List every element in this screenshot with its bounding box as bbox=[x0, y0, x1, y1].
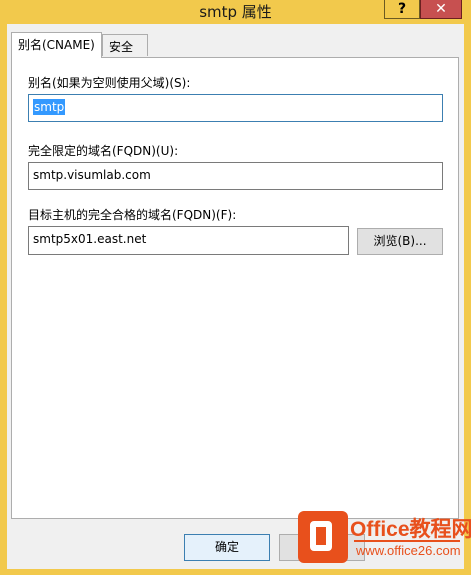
target-host-input-value: smtp5x01.east.net bbox=[33, 232, 147, 246]
close-button[interactable]: ✕ bbox=[420, 0, 462, 19]
properties-dialog: smtp 属性 ? ✕ 别名(CNAME) 安全 别名(如果为空则使用父域)(S… bbox=[0, 0, 471, 575]
ok-button[interactable]: 确定 bbox=[184, 534, 270, 561]
fqdn-input-value: smtp.visumlab.com bbox=[33, 168, 151, 182]
watermark-title: Office教程网 bbox=[350, 518, 471, 541]
help-button[interactable]: ? bbox=[384, 0, 420, 19]
watermark-url: www.office26.com bbox=[356, 543, 461, 558]
tab-panel-cname: 别名(如果为空则使用父域)(S): smtp 完全限定的域名(FQDN)(U):… bbox=[11, 57, 459, 519]
dialog-body: 别名(CNAME) 安全 别名(如果为空则使用父域)(S): smtp 完全限定… bbox=[7, 24, 464, 569]
tab-cname[interactable]: 别名(CNAME) bbox=[11, 32, 102, 58]
alias-input-value: smtp bbox=[33, 99, 66, 115]
alias-label: 别名(如果为空则使用父域)(S): bbox=[28, 76, 191, 90]
title-bar[interactable]: smtp 属性 ? ✕ bbox=[0, 0, 471, 24]
browse-button[interactable]: 浏览(B)... bbox=[357, 228, 443, 255]
target-host-label: 目标主机的完全合格的域名(FQDN)(F): bbox=[28, 208, 237, 222]
tab-security[interactable]: 安全 bbox=[102, 34, 148, 56]
fqdn-label: 完全限定的域名(FQDN)(U): bbox=[28, 144, 179, 158]
target-host-input[interactable]: smtp5x01.east.net bbox=[28, 226, 349, 255]
watermark: Office教程网 www.office26.com bbox=[298, 503, 471, 569]
fqdn-input[interactable]: smtp.visumlab.com bbox=[28, 162, 443, 190]
office-logo-icon bbox=[298, 511, 348, 563]
alias-input[interactable]: smtp bbox=[28, 94, 443, 122]
